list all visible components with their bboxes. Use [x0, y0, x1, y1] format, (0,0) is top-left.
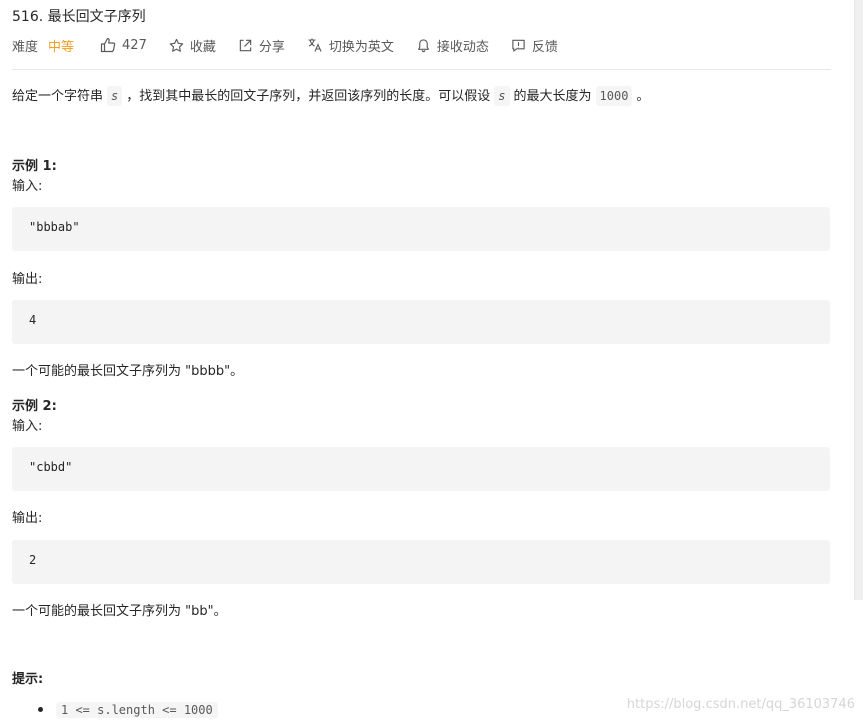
example-1-input-block: "bbbab" — [12, 207, 830, 251]
example-1-input-label: 输入: — [12, 179, 43, 194]
switch-language-button[interactable]: 切换为英文 — [307, 36, 394, 55]
header-divider — [12, 69, 831, 70]
inline-code-s-2: s — [494, 86, 510, 106]
example-1-output-label: 输出: — [12, 272, 43, 287]
example-2-explanation: 一个可能的最长回文子序列为 "bb"。 — [12, 604, 227, 619]
problem-page: 516. 最长回文子序列 难度 中等 427 收藏 分享 切换为英文 接收动态 … — [0, 0, 863, 724]
description-text-4: 。 — [636, 89, 650, 104]
example-2-heading: 示例 2: — [12, 399, 57, 414]
watermark: https://blog.csdn.net/qq_36103746 — [626, 697, 855, 712]
example-2-input-code: "cbbd" — [29, 460, 73, 474]
favorite-label: 收藏 — [189, 39, 216, 55]
bell-icon — [417, 38, 429, 52]
description-text-2: ，找到其中最长的回文子序列，并返回该序列的长度。可以假设 — [126, 89, 491, 104]
star-icon — [169, 38, 184, 52]
favorite-button[interactable]: 收藏 — [169, 36, 216, 55]
feedback-label: 反馈 — [531, 39, 558, 55]
example-2-output-label: 输出: — [12, 511, 43, 526]
feedback-button[interactable]: 反馈 — [511, 36, 558, 55]
example-1-explanation: 一个可能的最长回文子序列为 "bbbb"。 — [12, 364, 244, 379]
example-2-input-label: 输入: — [12, 419, 43, 434]
problem-meta-bar: 难度 中等 427 收藏 分享 切换为英文 接收动态 反馈 — [12, 35, 580, 55]
like-button[interactable]: 427 — [100, 37, 147, 53]
problem-description: 给定一个字符串 s ，找到其中最长的回文子序列，并返回该序列的长度。可以假设 s 的最大… — [12, 86, 649, 106]
scrollbar[interactable] — [854, 0, 863, 600]
inline-code-max-length: 1000 — [595, 86, 633, 106]
share-button[interactable]: 分享 — [238, 36, 285, 55]
share-icon — [239, 39, 252, 51]
example-1-output-code: 4 — [29, 313, 37, 327]
hint-bullet — [38, 707, 43, 712]
switch-language-label: 切换为英文 — [328, 39, 394, 55]
like-count: 427 — [122, 37, 147, 53]
hint-item: 1 <= s.length <= 1000 — [56, 702, 218, 718]
description-text-1: 给定一个字符串 — [12, 89, 104, 104]
inline-code-s: s — [107, 86, 123, 106]
example-2-input-block: "cbbd" — [12, 447, 830, 491]
subscribe-label: 接收动态 — [436, 39, 489, 55]
problem-title: 516. 最长回文子序列 — [12, 9, 146, 25]
difficulty-label: 难度 — [12, 39, 39, 55]
hints-heading: 提示: — [12, 672, 44, 687]
example-2-output-code: 2 — [29, 553, 37, 567]
example-1-heading: 示例 1: — [12, 159, 57, 174]
description-text-3: 的最大长度为 — [513, 89, 592, 104]
difficulty-badge: 中等 — [48, 39, 75, 55]
share-label: 分享 — [258, 39, 285, 55]
thumbs-up-icon — [100, 37, 116, 53]
example-2-output-block: 2 — [12, 540, 830, 584]
example-1-output-block: 4 — [12, 300, 830, 344]
feedback-icon — [512, 39, 525, 52]
example-1-input-code: "bbbab" — [29, 220, 80, 234]
subscribe-button[interactable]: 接收动态 — [416, 36, 489, 55]
translate-icon — [308, 38, 322, 52]
